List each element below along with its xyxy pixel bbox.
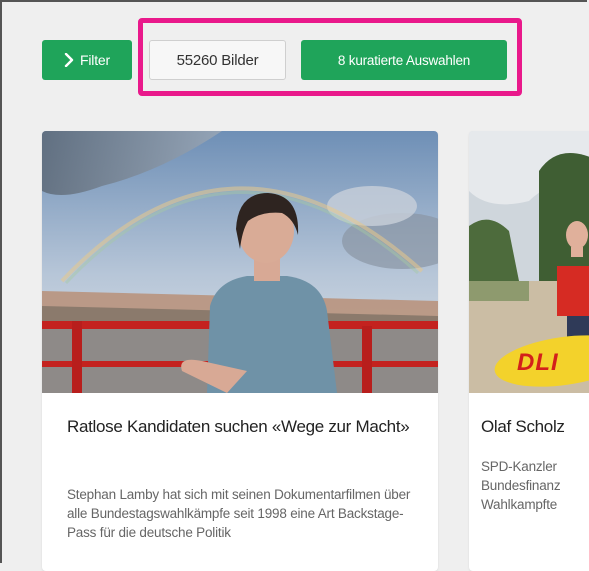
card-teaser-line: Bundesfinanz — [481, 478, 561, 493]
card-photo[interactable]: DLI — [469, 131, 589, 393]
image-card[interactable]: Ratlose Kandidaten suchen «Wege zur Mach… — [42, 131, 438, 571]
card-title[interactable]: Olaf Scholz — [481, 415, 589, 439]
image-card[interactable]: DLI Olaf Scholz SPD-Kanzler Bundesfinanz… — [469, 131, 589, 571]
card-teaser-line: SPD-Kanzler — [481, 459, 557, 474]
gallery-toolbar: Filter 55260 Bilder 8 kuratierte Auswahl… — [0, 0, 589, 110]
highlight-box — [138, 18, 522, 96]
card-title[interactable]: Ratlose Kandidaten suchen «Wege zur Mach… — [67, 415, 412, 439]
card-teaser-line: Wahlkampfte — [481, 497, 558, 512]
filter-button[interactable]: Filter — [42, 40, 132, 80]
card-image-text: DLI — [517, 349, 559, 376]
card-teaser: Stephan Lamby hat sich mit seinen Dokume… — [67, 487, 411, 540]
chevron-right-icon — [64, 53, 74, 67]
filter-button-label: Filter — [80, 52, 110, 68]
card-photo[interactable] — [42, 131, 438, 393]
card-teaser: SPD-Kanzler Bundesfinanz Wahlkampfte — [481, 457, 589, 514]
